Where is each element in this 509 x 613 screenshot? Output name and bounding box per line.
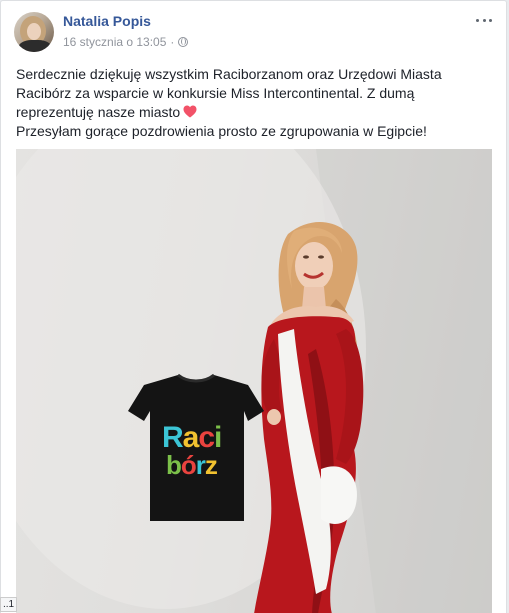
more-options-icon[interactable] (476, 15, 492, 25)
post-text-line-2: Przesyłam gorące pozdrowienia prosto ze … (16, 123, 427, 139)
status-bar-label: ..1 (0, 597, 18, 612)
meta-separator: · (170, 35, 175, 49)
post-card: Natalia Popis 16 stycznia o 13:05 · Serd… (0, 0, 507, 613)
shirt-text-line-2: bórz (166, 450, 218, 480)
author-name-link[interactable]: Natalia Popis (63, 13, 151, 29)
globe-icon[interactable] (178, 37, 189, 47)
post-header: Natalia Popis 16 stycznia o 13:05 · (1, 1, 506, 61)
author-avatar[interactable] (14, 12, 54, 52)
heart-icon (183, 105, 197, 118)
post-timestamp-link[interactable]: 16 stycznia o 13:05 (63, 35, 166, 49)
post-meta: 16 stycznia o 13:05 · (63, 35, 189, 49)
photo-illustration: Raci bórz (16, 149, 492, 613)
post-text: Serdecznie dziękuję wszystkim Raciborzan… (16, 65, 496, 141)
post-photo[interactable]: Raci bórz (16, 149, 492, 613)
post-text-line-1: Serdecznie dziękuję wszystkim Raciborzan… (16, 66, 442, 120)
